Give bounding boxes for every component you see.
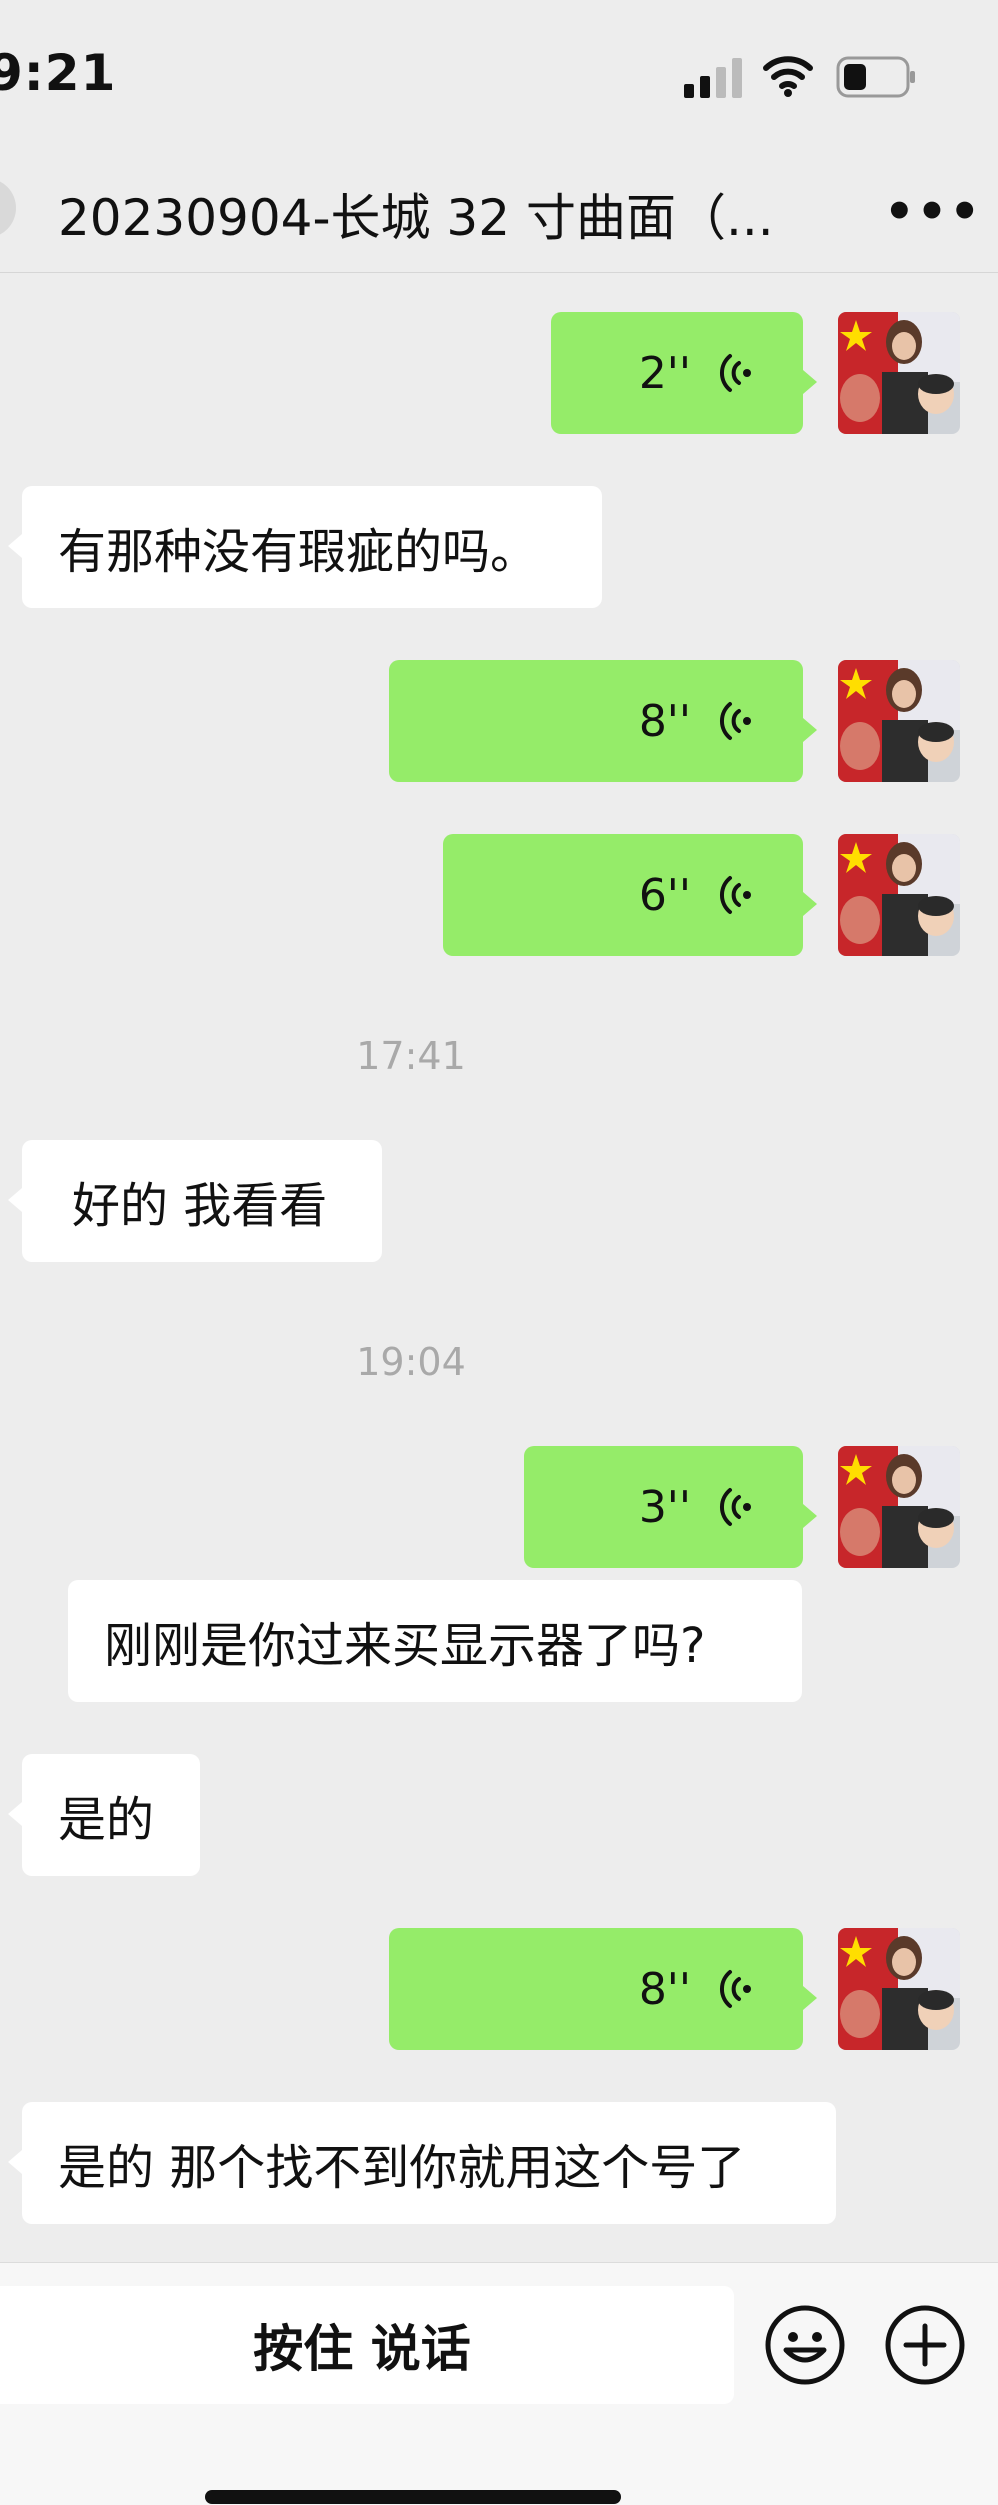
- avatar[interactable]: [838, 1928, 960, 2050]
- more-icon[interactable]: •••: [884, 184, 982, 240]
- timestamp: 19:04: [356, 1340, 466, 1384]
- text-message[interactable]: 是的 那个找不到你就用这个号了: [8, 2102, 836, 2224]
- avatar[interactable]: [838, 1446, 960, 1568]
- avatar[interactable]: [838, 312, 960, 434]
- wifi-icon: [763, 56, 813, 97]
- voice-wave-icon: [719, 702, 751, 740]
- voice-duration: 2'': [638, 347, 691, 399]
- voice-message[interactable]: 3'': [524, 1446, 817, 1568]
- message-text: 是的: [58, 1792, 155, 1848]
- chat-title: 20230904-长城 32 寸曲面（...: [58, 189, 774, 247]
- cellular-signal-icon: [684, 58, 742, 98]
- avatar[interactable]: [838, 834, 960, 956]
- avatar[interactable]: [838, 660, 960, 782]
- message-text: 刚刚是你过来买显示器了吗?: [104, 1618, 706, 1674]
- voice-wave-icon: [719, 354, 751, 392]
- message-text: 好的 我看看: [72, 1178, 328, 1234]
- status-time: 9:21: [0, 44, 117, 102]
- voice-wave-icon: [719, 1488, 751, 1526]
- voice-message[interactable]: 8'': [389, 1928, 817, 2050]
- text-message[interactable]: 好的 我看看: [8, 1140, 382, 1262]
- hold-to-talk-button[interactable]: 按住 说话: [0, 2286, 734, 2404]
- voice-duration: 8'': [638, 1963, 691, 2015]
- text-message[interactable]: 刚刚是你过来买显示器了吗?: [68, 1580, 802, 1702]
- emoji-icon[interactable]: [764, 2304, 846, 2386]
- voice-duration: 6'': [638, 869, 691, 921]
- battery-icon: [836, 56, 915, 98]
- message-text: 有那种没有瑕疵的吗。: [58, 524, 539, 580]
- text-message[interactable]: 有那种没有瑕疵的吗。: [8, 486, 602, 608]
- timestamp: 17:41: [356, 1034, 466, 1078]
- voice-wave-icon: [719, 876, 751, 914]
- voice-message[interactable]: 6'': [443, 834, 817, 956]
- voice-duration: 8'': [638, 695, 691, 747]
- plus-icon[interactable]: [884, 2304, 966, 2386]
- home-indicator: [205, 2490, 621, 2504]
- message-text: 是的 那个找不到你就用这个号了: [58, 2140, 746, 2196]
- voice-duration: 3'': [638, 1481, 691, 1533]
- voice-message[interactable]: 8'': [389, 660, 817, 782]
- voice-wave-icon: [719, 1970, 751, 2008]
- text-message[interactable]: 是的: [8, 1754, 200, 1876]
- voice-message[interactable]: 2'': [551, 312, 817, 434]
